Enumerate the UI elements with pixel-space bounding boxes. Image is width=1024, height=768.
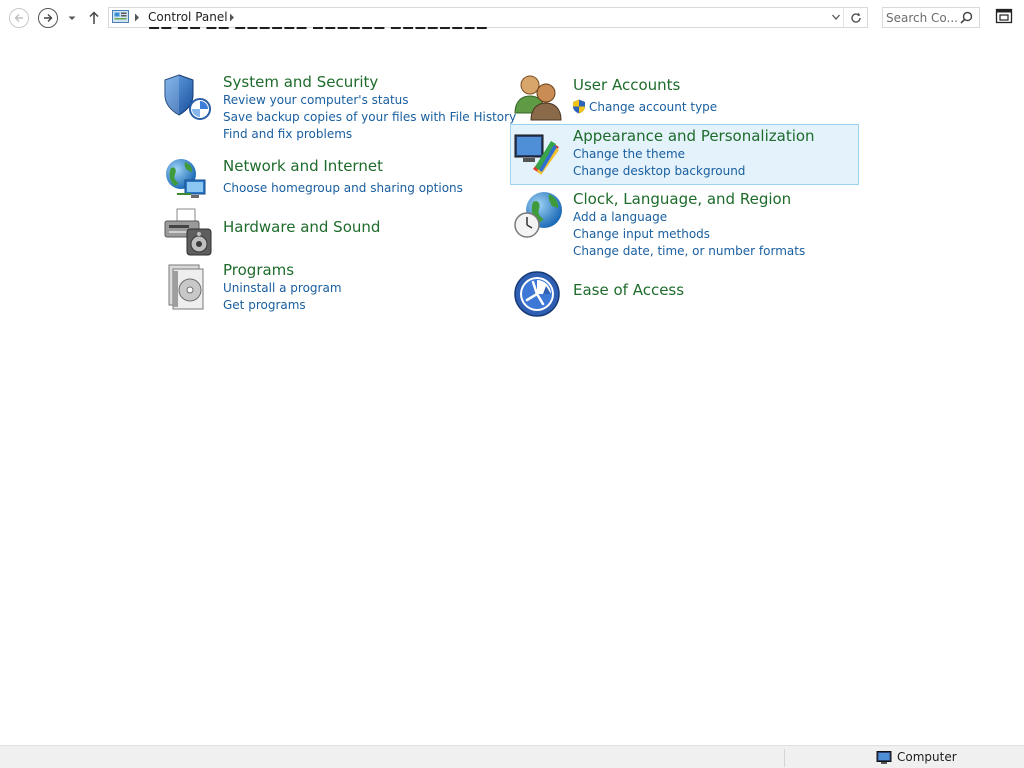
chevron-down-icon[interactable] bbox=[831, 12, 841, 22]
forward-button[interactable] bbox=[38, 8, 58, 28]
clock-globe-icon[interactable] bbox=[513, 190, 563, 240]
category-title-system-security[interactable]: System and Security bbox=[223, 73, 378, 91]
link-uninstall-program[interactable]: Uninstall a program bbox=[223, 281, 342, 295]
status-location-label: Computer bbox=[897, 750, 957, 764]
control-panel-icon bbox=[112, 10, 129, 23]
category-title-network-internet[interactable]: Network and Internet bbox=[223, 157, 383, 175]
address-bar[interactable]: Control Panel bbox=[108, 7, 868, 28]
search-box[interactable] bbox=[882, 7, 980, 28]
link-change-date-time-formats[interactable]: Change date, time, or number formats bbox=[573, 244, 805, 258]
link-find-fix-problems[interactable]: Find and fix problems bbox=[223, 127, 352, 141]
search-input[interactable] bbox=[886, 9, 958, 26]
arrow-right-icon bbox=[44, 14, 53, 22]
shield-icon[interactable] bbox=[163, 73, 211, 123]
ease-of-access-icon[interactable] bbox=[513, 270, 561, 318]
link-get-programs[interactable]: Get programs bbox=[223, 298, 306, 312]
link-change-desktop-background[interactable]: Change desktop background bbox=[573, 164, 745, 178]
category-title-programs[interactable]: Programs bbox=[223, 261, 294, 279]
category-title-appearance-personalization[interactable]: Appearance and Personalization bbox=[573, 127, 815, 145]
status-divider bbox=[784, 749, 785, 767]
arrow-up-icon bbox=[89, 11, 99, 24]
status-bar: Computer bbox=[0, 745, 1024, 768]
link-add-language[interactable]: Add a language bbox=[573, 210, 667, 224]
search-icon[interactable] bbox=[960, 11, 973, 24]
category-title-clock-language-region[interactable]: Clock, Language, and Region bbox=[573, 190, 791, 208]
category-title-ease-of-access[interactable]: Ease of Access bbox=[573, 281, 684, 299]
link-homegroup-sharing[interactable]: Choose homegroup and sharing options bbox=[223, 181, 463, 195]
link-review-status[interactable]: Review your computer's status bbox=[223, 93, 409, 107]
arrow-left-icon bbox=[14, 14, 23, 22]
window-mode-icon[interactable] bbox=[995, 7, 1013, 25]
up-button[interactable] bbox=[86, 8, 102, 28]
link-change-account-type[interactable]: Change account type bbox=[589, 100, 717, 114]
refresh-icon[interactable] bbox=[848, 10, 864, 26]
category-title-user-accounts[interactable]: User Accounts bbox=[573, 76, 680, 94]
breadcrumb-control-panel[interactable]: Control Panel bbox=[148, 10, 228, 24]
divider bbox=[843, 8, 844, 27]
user-accounts-icon[interactable] bbox=[513, 73, 563, 121]
breadcrumb-chevron-icon[interactable] bbox=[229, 13, 235, 22]
printer-speaker-icon[interactable] bbox=[163, 207, 213, 257]
uac-shield-icon bbox=[573, 99, 585, 114]
back-button[interactable] bbox=[9, 8, 29, 28]
network-globe-icon[interactable] bbox=[163, 156, 211, 204]
clipped-heading: ▬▬ ▬▬ ▬▬ ▬▬▬▬▬▬ ▬▬▬▬▬▬ ▬▬▬▬▬▬▬▬ bbox=[148, 27, 843, 36]
link-change-theme[interactable]: Change the theme bbox=[573, 147, 685, 161]
link-file-history[interactable]: Save backup copies of your files with Fi… bbox=[223, 110, 516, 124]
appearance-icon[interactable] bbox=[513, 129, 563, 177]
recent-locations-button[interactable] bbox=[66, 8, 78, 28]
computer-icon bbox=[876, 751, 892, 764]
chevron-down-icon bbox=[68, 16, 76, 20]
programs-icon[interactable] bbox=[163, 263, 211, 311]
breadcrumb-chevron-icon[interactable] bbox=[134, 13, 140, 22]
category-title-hardware-sound[interactable]: Hardware and Sound bbox=[223, 218, 380, 236]
link-change-input-methods[interactable]: Change input methods bbox=[573, 227, 710, 241]
